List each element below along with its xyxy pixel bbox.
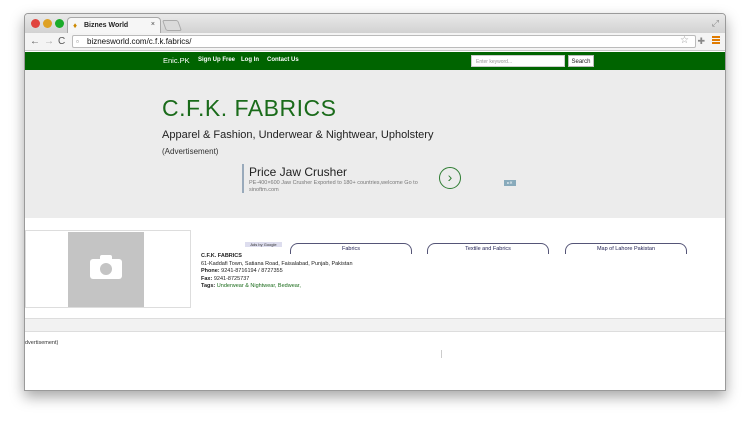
pill-link-map[interactable]: Map of Lahore Pakistan [565,243,687,254]
search-button[interactable]: Search [568,55,594,67]
reload-icon[interactable]: C [58,36,65,47]
tab-title: Biznes World [84,22,129,29]
extension-icon[interactable]: ✚ [697,36,705,47]
listing-details: C.F.K. FABRICS 61-Kaddafi Town, Satiana … [201,253,353,291]
ad-go-arrow-icon[interactable]: › [439,167,461,189]
address-bar[interactable]: ▫ biznesworld.com/c.f.k.fabrics/ [72,35,696,48]
phone-label: Phone: [201,268,220,274]
tags-label: Tags: [201,283,216,289]
business-title: C.F.K. FABRICS [162,95,337,121]
close-window-button[interactable] [31,19,40,28]
minimize-window-button[interactable] [43,19,52,28]
back-icon[interactable]: ← [30,36,40,47]
photo-placeholder [68,232,144,307]
forward-icon[interactable]: → [44,36,54,47]
fullscreen-icon[interactable]: ⤢ [712,18,719,29]
fax-label: Fax: [201,275,213,282]
menu-icon[interactable] [712,36,720,44]
nav-contact-link[interactable]: Contact Us [267,57,299,63]
advertisement-label: (Advertisement) [162,147,219,156]
ad-choices-icon[interactable]: ▸✕ [504,180,516,186]
browser-window: ♦ Biznes World × ⤢ ← → C ▫ biznesworld.c… [24,13,726,391]
camera-icon [90,255,122,279]
phone-value: 9241-8716194 / 8727355 [221,268,283,274]
url-text: biznesworld.com/c.f.k.fabrics/ [87,37,192,46]
nav-sign-up-link[interactable]: Sign Up Free [198,57,235,63]
listing-address: 61-Kaddafi Town, Satiana Road, Faisalaba… [201,260,353,267]
site-navbar: Enic.PK Sign Up Free Log In Contact Us E… [25,52,725,70]
browser-toolbar: ← → C ▫ biznesworld.com/c.f.k.fabrics/ ☆… [25,33,725,51]
footer-advertisement-label: dvertisement) [25,340,59,346]
listing-name: C.F.K. FABRICS [201,253,242,259]
browser-tab[interactable]: ♦ Biznes World × [67,17,161,33]
favicon-icon: ♦ [73,21,78,30]
nav-log-in-link[interactable]: Log In [241,57,259,63]
keyword-search-input[interactable]: Enter keyword... [471,55,565,67]
title-bar: ♦ Biznes World × ⤢ [25,14,725,33]
zoom-window-button[interactable] [55,19,64,28]
new-tab-button[interactable] [161,20,183,31]
close-tab-icon[interactable]: × [151,21,155,28]
fax-value: 9241-8725737 [213,275,250,282]
ad-banner[interactable]: Price Jaw Crusher PE-400×600 Jaw Crusher… [242,164,516,193]
bookmark-star-icon[interactable]: ☆ [680,35,689,46]
pill-link-textile[interactable]: Textile and Fabrics [427,243,549,254]
hero-section: C.F.K. FABRICS Apparel & Fashion, Underw… [25,70,725,218]
business-photo-panel [25,230,191,308]
tags-links[interactable]: Underwear & Nightwear, Bedwear, [217,283,301,289]
ad-description: PE-400×600 Jaw Crusher Exported to 180+ … [249,180,418,193]
ad-title[interactable]: Price Jaw Crusher [249,165,347,179]
page-icon: ▫ [76,37,79,46]
site-brand-link[interactable]: Enic.PK [163,56,190,65]
divider-band [25,318,725,332]
ads-by-google-label[interactable]: Ads by Google [245,242,282,247]
divider-tick [441,350,442,358]
business-categories: Apparel & Fashion, Underwear & Nightwear… [162,129,434,141]
web-page: Enic.PK Sign Up Free Log In Contact Us E… [25,52,725,390]
